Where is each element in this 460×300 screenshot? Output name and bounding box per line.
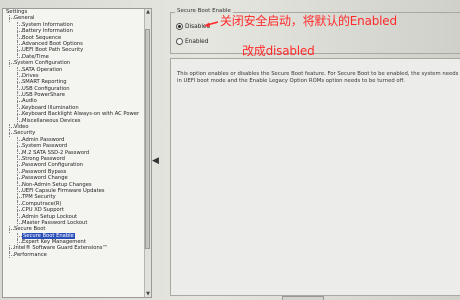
description-panel: This option enables or disables the Secu…	[170, 58, 460, 296]
scroll-up-icon[interactable]: ▲	[145, 9, 151, 15]
tree-item-label: Performance	[14, 251, 47, 258]
bottom-button[interactable]	[282, 296, 324, 300]
description-text: This option enables or disables the Secu…	[177, 71, 460, 84]
collapse-panel-icon[interactable]: ◀	[152, 156, 160, 166]
radio-disabled-circle[interactable]	[176, 23, 183, 30]
bios-setup-window: Settings General System Information Battery…	[0, 0, 460, 300]
annotation-line-2: 改成disabled	[242, 44, 315, 58]
annotation-line-1: 关闭安全启动，将默认的Enabled	[220, 14, 397, 28]
radio-enabled[interactable]: Enabled	[176, 38, 208, 45]
tree-scrollbar[interactable]: ▲ ▼	[144, 9, 151, 297]
settings-tree-panel: Settings General System Information Battery…	[2, 8, 152, 298]
scroll-down-icon[interactable]: ▼	[145, 291, 151, 297]
tree-item[interactable]: Performance	[3, 251, 145, 259]
scroll-thumb[interactable]	[145, 29, 150, 249]
radio-enabled-label: Enabled	[185, 39, 209, 45]
radio-enabled-circle[interactable]	[176, 38, 183, 45]
settings-tree: Settings General System Information Battery…	[3, 9, 145, 259]
red-arrow-icon	[204, 21, 218, 27]
